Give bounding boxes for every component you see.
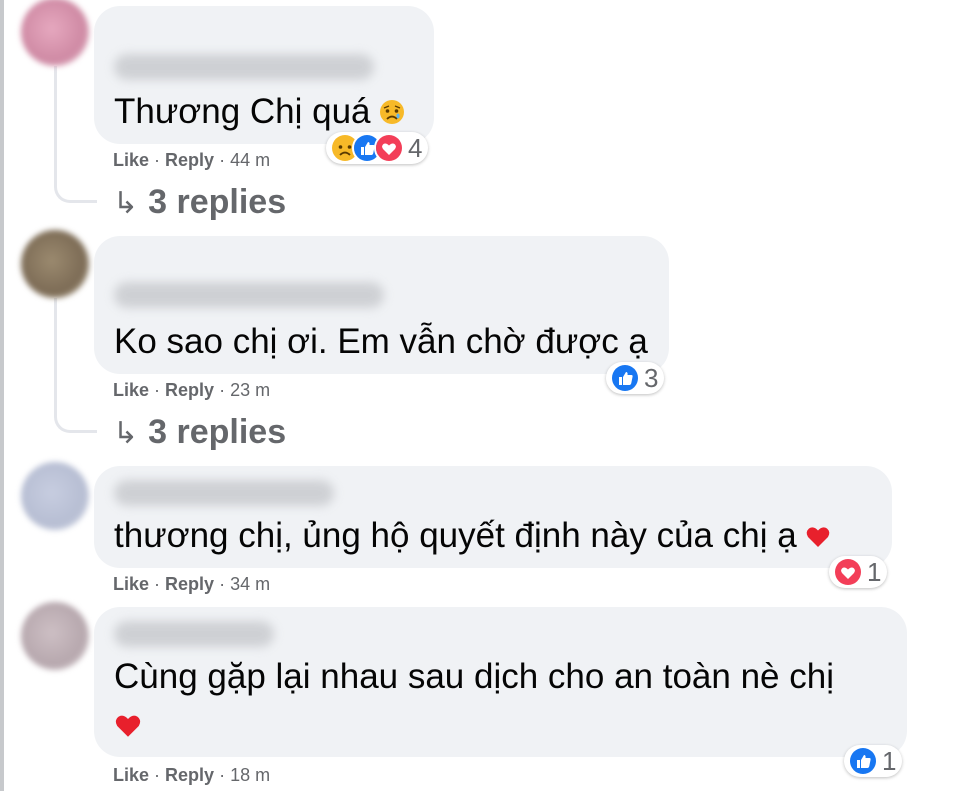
comment-bubble: Thương Chị quá — [94, 6, 434, 144]
timestamp[interactable]: 18 m — [230, 765, 270, 785]
view-replies-link[interactable]: ↳ 3 replies — [113, 413, 286, 452]
commenter-name-blurred[interactable] — [114, 54, 374, 80]
red-heart-emoji-icon — [114, 713, 142, 744]
like-reaction-icon — [848, 746, 878, 776]
reaction-count: 4 — [408, 132, 423, 163]
reply-button[interactable]: Reply — [165, 574, 214, 594]
reaction-summary[interactable]: 1 — [829, 556, 888, 588]
comment-actions: Like · Reply · 23 m — [113, 380, 271, 400]
thread-connector — [54, 298, 97, 433]
like-button[interactable]: Like — [113, 150, 149, 170]
comment-actions: Like · Reply · 18 m — [113, 765, 271, 785]
comment-text: Cùng gặp lại nhau sau dịch cho an toàn n… — [114, 657, 834, 696]
avatar[interactable] — [21, 230, 89, 298]
comment-actions: Like · Reply · 34 m — [113, 574, 271, 594]
avatar[interactable] — [21, 602, 89, 670]
comment-actions: Like · Reply · 44 m — [113, 150, 271, 170]
reaction-count: 3 — [644, 362, 659, 393]
reaction-count: 1 — [867, 556, 882, 587]
comment-bubble: Ko sao chị ơi. Em vẫn chờ được ạ — [94, 236, 669, 374]
reply-arrow-icon: ↳ — [113, 187, 139, 220]
comment-text: Thương Chị quá — [114, 90, 405, 136]
commenter-name-blurred[interactable] — [114, 621, 274, 647]
avatar[interactable] — [21, 462, 89, 530]
reply-button[interactable]: Reply — [165, 380, 214, 400]
like-reaction-icon — [610, 363, 640, 393]
reaction-count: 1 — [882, 745, 897, 776]
reply-button[interactable]: Reply — [165, 150, 214, 170]
timestamp[interactable]: 44 m — [230, 150, 270, 170]
avatar[interactable] — [21, 0, 89, 66]
view-replies-link[interactable]: ↳ 3 replies — [113, 183, 286, 222]
sad-face-emoji-icon — [379, 92, 405, 136]
thread-connector — [54, 66, 97, 203]
like-button[interactable]: Like — [113, 765, 149, 785]
like-button[interactable]: Like — [113, 380, 149, 400]
reply-button[interactable]: Reply — [165, 765, 214, 785]
like-button[interactable]: Like — [113, 574, 149, 594]
red-heart-emoji-icon — [805, 516, 831, 560]
reply-arrow-icon: ↳ — [113, 417, 139, 450]
comment-text: Ko sao chị ơi. Em vẫn chờ được ạ — [114, 322, 648, 361]
love-reaction-icon — [374, 133, 404, 163]
timestamp[interactable]: 34 m — [230, 574, 270, 594]
commenter-name-blurred[interactable] — [114, 282, 384, 308]
left-edge-border — [0, 0, 4, 791]
comment-text: thương chị, ủng hộ quyết định này của ch… — [114, 514, 831, 560]
commenter-name-blurred[interactable] — [114, 480, 334, 506]
reaction-summary[interactable]: 4 — [326, 132, 429, 164]
comment-bubble: thương chị, ủng hộ quyết định này của ch… — [94, 466, 892, 568]
love-reaction-icon — [833, 557, 863, 587]
timestamp[interactable]: 23 m — [230, 380, 270, 400]
comment-bubble: Cùng gặp lại nhau sau dịch cho an toàn n… — [94, 607, 907, 757]
reaction-summary[interactable]: 1 — [844, 745, 903, 777]
reaction-summary[interactable]: 3 — [606, 362, 665, 394]
